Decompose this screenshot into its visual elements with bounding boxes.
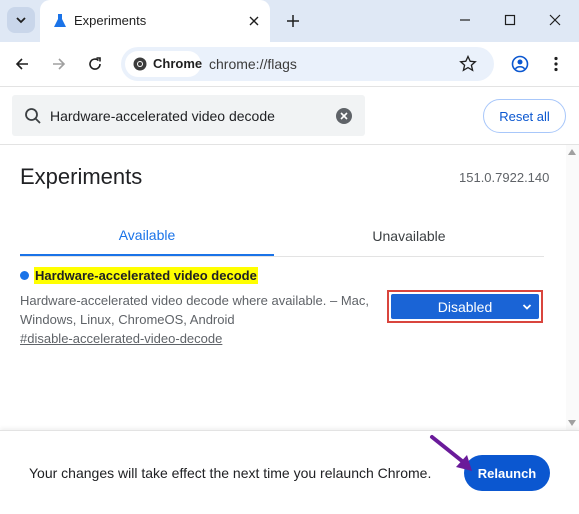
chrome-logo-icon xyxy=(133,57,147,71)
flags-search-box[interactable]: Hardware-accelerated video decode xyxy=(12,95,365,136)
tab-unavailable[interactable]: Unavailable xyxy=(282,215,536,256)
scroll-down-arrow[interactable] xyxy=(568,420,576,426)
flag-permalink[interactable]: #disable-accelerated-video-decode xyxy=(20,331,222,346)
page-title: Experiments xyxy=(20,164,143,189)
back-button[interactable] xyxy=(8,50,36,78)
relaunch-message: Your changes will take effect the next t… xyxy=(29,465,432,481)
flags-tabs: Available Unavailable xyxy=(20,215,544,257)
site-info-chip[interactable]: Chrome xyxy=(125,51,203,77)
url-text: chrome://flags xyxy=(209,56,297,72)
close-icon xyxy=(249,16,259,26)
maximize-icon xyxy=(504,14,516,26)
toolbar: Chrome chrome://flags xyxy=(0,42,579,86)
modified-indicator-dot xyxy=(20,271,29,280)
search-input[interactable]: Hardware-accelerated video decode xyxy=(50,108,275,124)
profile-button[interactable] xyxy=(506,50,534,78)
tab-search-button[interactable] xyxy=(7,7,35,33)
new-tab-button[interactable] xyxy=(282,10,304,32)
tab-close-button[interactable] xyxy=(246,13,262,29)
close-icon xyxy=(549,14,561,26)
address-bar[interactable]: Chrome chrome://flags xyxy=(121,47,494,81)
forward-button[interactable] xyxy=(45,50,73,78)
star-icon[interactable] xyxy=(459,55,477,73)
browser-tab[interactable]: Experiments xyxy=(40,0,270,42)
chevron-down-icon xyxy=(522,304,532,310)
reload-button[interactable] xyxy=(81,50,109,78)
tab-available[interactable]: Available xyxy=(20,215,274,256)
arrow-annotation xyxy=(430,435,472,471)
scrollbar[interactable] xyxy=(566,145,579,430)
flag-state-select[interactable]: Disabled xyxy=(391,294,539,319)
back-arrow-icon xyxy=(15,58,28,70)
annotation-highlight-box: Disabled xyxy=(387,290,543,323)
experiments-flask-icon xyxy=(54,14,66,27)
tab-title: Experiments xyxy=(74,13,147,28)
chrome-version: 151.0.7922.140 xyxy=(459,170,550,185)
scroll-up-arrow[interactable] xyxy=(568,149,576,155)
minimize-icon xyxy=(460,19,470,21)
flag-description: Hardware-accelerated video decode where … xyxy=(20,293,370,327)
menu-kebab-icon xyxy=(554,56,558,72)
reload-icon xyxy=(89,57,101,70)
maximize-button[interactable] xyxy=(496,8,524,32)
reset-all-button[interactable]: Reset all xyxy=(483,99,566,133)
tab-search-icon xyxy=(16,17,26,24)
minimize-button[interactable] xyxy=(451,8,479,32)
search-icon xyxy=(25,108,41,124)
tab-strip: Experiments xyxy=(0,0,579,42)
plus-icon xyxy=(287,15,299,27)
forward-arrow-icon xyxy=(53,58,66,70)
menu-button[interactable] xyxy=(542,50,570,78)
window-close-button[interactable] xyxy=(541,8,569,32)
flag-state-value: Disabled xyxy=(437,298,493,315)
flag-name: Hardware-accelerated video decode xyxy=(34,267,258,284)
relaunch-bar: Your changes will take effect the next t… xyxy=(0,430,579,514)
site-chip-label: Chrome xyxy=(153,56,203,71)
toolbar-divider xyxy=(0,86,579,87)
profile-icon xyxy=(511,55,529,73)
header-divider xyxy=(0,144,579,145)
clear-icon[interactable] xyxy=(335,107,353,125)
